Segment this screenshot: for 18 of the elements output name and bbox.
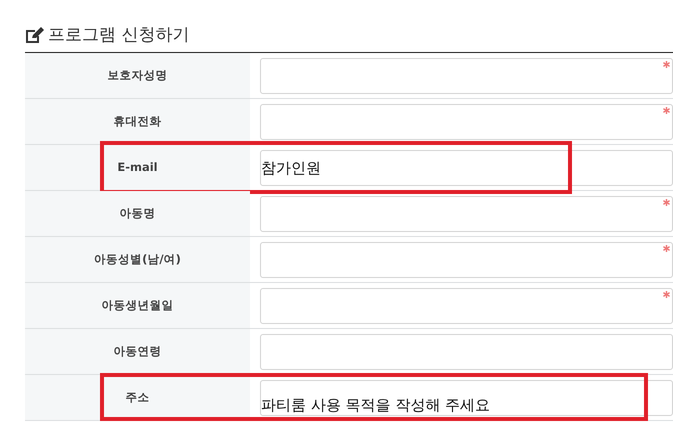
section-title: 프로그램 신청하기	[48, 24, 190, 47]
input-field[interactable]	[260, 58, 673, 94]
field-label: 아동생년월일	[102, 296, 174, 314]
input-field[interactable]: 파티룸 사용 목적을 작성해 주세요	[260, 380, 673, 416]
input-field[interactable]	[260, 242, 673, 278]
field-label: E-mail	[117, 158, 158, 176]
field-label: 아동성별(남/여)	[94, 250, 181, 268]
field-label: 아동명	[120, 204, 156, 222]
input-field[interactable]	[260, 288, 673, 324]
field-label: 아동연령	[114, 342, 162, 360]
field-label: 휴대전화	[114, 112, 162, 130]
input-field[interactable]	[260, 104, 673, 140]
input-field[interactable]: 참가인원	[260, 150, 673, 186]
input-field[interactable]	[260, 334, 673, 370]
field-label: 주소	[126, 388, 150, 406]
input-field[interactable]	[260, 196, 673, 232]
edit-icon	[25, 27, 44, 44]
field-label: 보호자성명	[108, 66, 168, 84]
